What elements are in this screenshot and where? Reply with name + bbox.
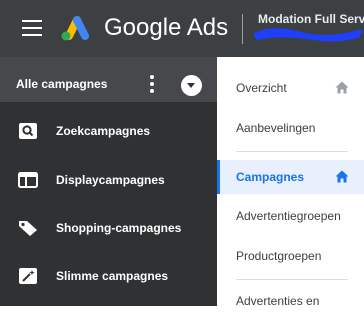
nav-item-label: Advertentiegroepen	[236, 209, 341, 223]
nav-item-label: Campagnes	[236, 170, 305, 184]
nav-item-product-groups[interactable]: Productgroepen	[217, 239, 364, 273]
nav-item-overview[interactable]: Overzicht	[217, 71, 364, 105]
sidebar-item-label: Zoekcampagnes	[56, 124, 151, 138]
display-icon	[18, 172, 38, 188]
home-icon[interactable]	[335, 81, 349, 94]
sidebar-header: Alle campagnes	[0, 57, 217, 102]
account-name[interactable]: Modation Full Servic	[258, 12, 364, 26]
brand-title[interactable]: Google Ads	[104, 13, 228, 43]
sidebar-item-search-campaigns[interactable]: Zoekcampagnes	[0, 111, 217, 151]
nav-divider	[236, 279, 348, 280]
tag-icon	[19, 221, 37, 236]
home-icon[interactable]	[335, 170, 349, 183]
nav-divider	[236, 151, 348, 152]
nav-item-recommendations[interactable]: Aanbevelingen	[217, 111, 364, 145]
nav-item-campaigns[interactable]: Campagnes	[217, 160, 364, 194]
nav-item-label: Aanbevelingen	[236, 121, 316, 135]
magic-wand-icon	[19, 268, 37, 284]
sidebar-item-label: Displaycampagnes	[56, 173, 165, 187]
sidebar-item-label: Shopping-campagnes	[56, 221, 182, 235]
header-divider	[242, 14, 243, 44]
campaign-sidebar: Alle campagnes Zoekcampagnes Displaycamp…	[0, 57, 217, 306]
sidebar-item-smart-campaigns[interactable]: Slimme campagnes	[0, 256, 217, 296]
hamburger-icon[interactable]	[22, 20, 42, 36]
more-vert-icon[interactable]	[148, 75, 156, 93]
sidebar-item-display-campaigns[interactable]: Displaycampagnes	[0, 160, 217, 200]
nav-item-label: Overzicht	[236, 81, 287, 95]
sidebar-item-label: Slimme campagnes	[56, 269, 169, 283]
sidebar-item-shopping-campaigns[interactable]: Shopping-campagnes	[0, 208, 217, 248]
nav-item-ads-and-extensions[interactable]: Advertenties en	[217, 284, 364, 318]
chevron-down-icon[interactable]	[181, 75, 202, 96]
google-ads-logo[interactable]	[58, 12, 92, 44]
sidebar-title[interactable]: Alle campagnes	[16, 77, 107, 91]
top-bar: Google Ads Modation Full Servic	[0, 0, 364, 57]
nav-item-ad-groups[interactable]: Advertentiegroepen	[217, 199, 364, 233]
page-subnav: Overzicht Aanbevelingen Campagnes Advert…	[217, 57, 364, 308]
redacted-account-id	[254, 28, 362, 42]
nav-item-label: Productgroepen	[236, 249, 322, 263]
search-icon	[19, 123, 37, 139]
